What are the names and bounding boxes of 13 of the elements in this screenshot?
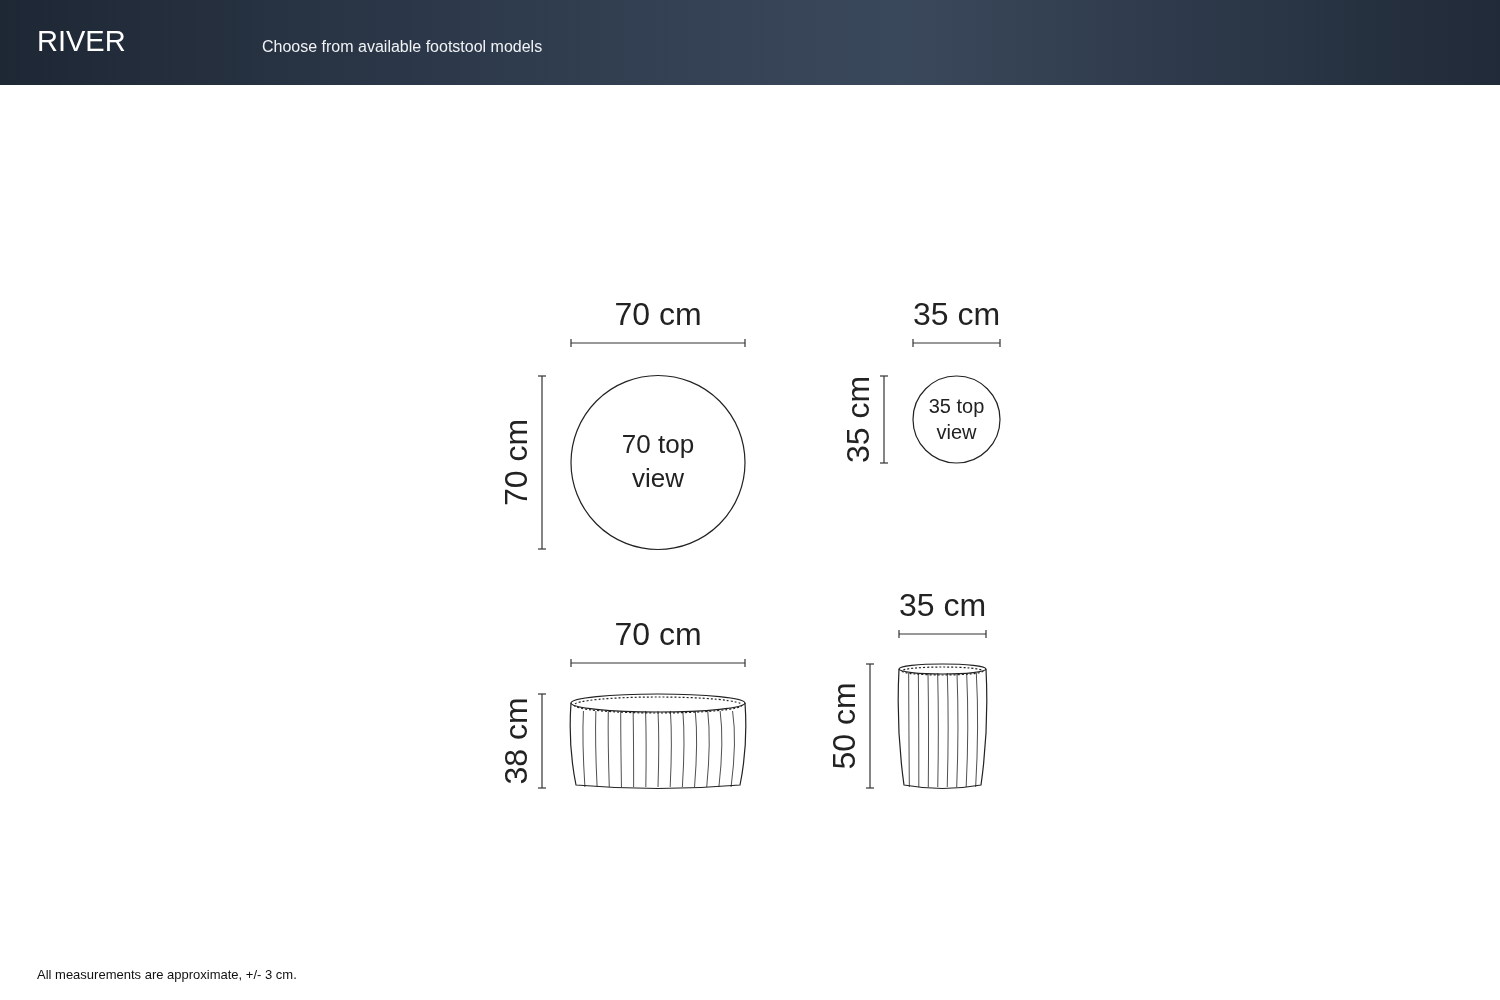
dimension-label: 35 cm xyxy=(912,296,1001,332)
footnote: All measurements are approximate, +/- 3 cm. xyxy=(37,967,297,982)
dimension-label: 70 cm xyxy=(498,418,534,507)
view-label: 35 top view xyxy=(928,394,985,443)
header-subtitle: Choose from available footstool models xyxy=(262,37,543,56)
dimension-label: 70 cm xyxy=(614,616,702,652)
product-title: RIVER xyxy=(37,24,127,58)
dimension-label: 70 cm xyxy=(614,296,702,332)
dimension-label: 50 cm xyxy=(826,682,862,770)
view-label: 70 top view xyxy=(621,429,695,494)
dimension-label: 35 cm xyxy=(898,587,987,623)
dimension-label: 35 cm xyxy=(840,375,876,464)
dimension-label: 38 cm xyxy=(498,697,534,785)
